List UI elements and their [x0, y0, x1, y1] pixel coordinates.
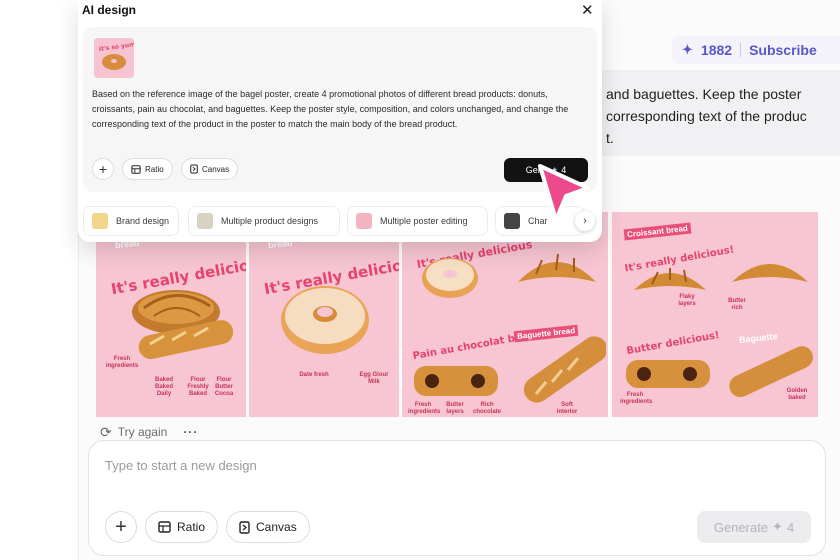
pain-au-chocolat-image: [414, 366, 498, 396]
chip-label: Multiple poster editing: [380, 216, 468, 226]
canvas-label: Canvas: [256, 520, 297, 534]
poster-badge: Croissant bread: [623, 222, 692, 241]
plus-icon: +: [98, 161, 108, 177]
caption: Butter rich: [728, 298, 746, 311]
generated-image-4[interactable]: Croissant bread It's really delicious! B…: [612, 212, 818, 417]
divider: [740, 43, 742, 57]
ratio-label: Ratio: [177, 520, 206, 534]
product-designs-icon: [197, 213, 213, 229]
ratio-icon: [131, 164, 141, 174]
bagel-image: it's so yum: [94, 38, 134, 78]
caption: Rich chocolate: [472, 402, 501, 415]
ratio-label: Ratio: [145, 164, 164, 174]
generate-button[interactable]: Generate ✦ 4: [697, 511, 811, 543]
caption: Soft interior: [556, 402, 578, 415]
ratio-button[interactable]: Ratio: [145, 511, 219, 543]
prompt-box[interactable]: it's so yum Based on the reference image…: [83, 27, 597, 192]
chip-label: Multiple product designs: [221, 216, 319, 226]
pain-au-chocolat-image: [626, 360, 710, 388]
croissant-image: [732, 264, 808, 282]
message-line: corresponding text of the produc: [606, 108, 807, 124]
generate-cost: 4: [786, 519, 795, 535]
chip-label: Brand design: [116, 216, 170, 226]
reference-image-thumbnail[interactable]: it's so yum: [94, 38, 134, 78]
add-attachment-button[interactable]: +: [92, 158, 114, 180]
canvas-icon: [190, 164, 198, 174]
generated-image-2[interactable]: bread It's really delicious! Date fresh …: [249, 212, 399, 417]
canvas-label: Canvas: [202, 164, 230, 174]
generated-images: bread It's really delicious! Fresh ingre…: [96, 212, 818, 417]
caption: Date fresh: [299, 372, 329, 378]
donut-image: [422, 258, 478, 298]
suggestion-chips: Brand design Multiple product designs Mu…: [78, 206, 602, 236]
chip-brand-design[interactable]: Brand design: [83, 206, 179, 236]
ai-design-dialog: AI design ✕ it's so yum Based on the ref…: [78, 0, 602, 242]
caption: Fresh ingredients: [620, 392, 653, 405]
ratio-icon: [158, 521, 171, 533]
canvas-icon: [239, 520, 250, 534]
prompt-input[interactable]: Type to start a new design: [105, 458, 257, 473]
chip-multiple-poster-editing[interactable]: Multiple poster editing: [347, 206, 488, 236]
plus-icon: +: [115, 515, 127, 538]
credits-count: 1882: [700, 42, 733, 58]
ratio-button[interactable]: Ratio: [122, 158, 173, 180]
credits-bar: ✦ 1882 Subscribe: [672, 36, 840, 64]
message-line: t.: [606, 130, 614, 146]
canvas-button[interactable]: Canvas: [226, 511, 310, 543]
more-options-icon[interactable]: ···: [183, 425, 198, 439]
caption: Butter layers: [446, 402, 464, 415]
message-line: and baguettes. Keep the poster: [606, 86, 802, 102]
caption: Fresh ingredients: [408, 402, 441, 415]
brand-design-icon: [92, 213, 108, 229]
caption: Flaky layers: [678, 294, 696, 307]
generated-image-1[interactable]: bread It's really delicious! Fresh ingre…: [96, 212, 246, 417]
prompt-composer: Type to start a new design + Ratio Canva…: [88, 440, 826, 556]
prompt-text[interactable]: Based on the reference image of the bage…: [92, 87, 588, 132]
chip-multiple-product-designs[interactable]: Multiple product designs: [188, 206, 340, 236]
poster-editing-icon: [356, 213, 372, 229]
close-icon[interactable]: ✕: [581, 1, 594, 19]
poster-headline: Butter delicious!: [625, 329, 721, 358]
user-message-bubble: and baguettes. Keep the poster correspon…: [586, 70, 840, 156]
croissant-image: [518, 253, 596, 282]
canvas-button[interactable]: Canvas: [181, 158, 239, 180]
croissant-image: [132, 290, 234, 360]
caption: Golden baked: [786, 388, 808, 401]
subscribe-button[interactable]: Subscribe: [749, 42, 817, 58]
sparkle-icon: ✦: [772, 519, 783, 534]
generated-image-3[interactable]: It's really delicious Pain au chocolat b…: [402, 212, 608, 417]
caption: Egg Glour Milk: [359, 372, 389, 385]
character-icon: [504, 213, 520, 229]
add-attachment-button[interactable]: +: [105, 511, 137, 543]
donut-image: [281, 286, 369, 354]
sparkle-icon: ✦: [682, 42, 693, 57]
caption: Fresh ingredients: [105, 356, 139, 369]
caption: Baked Baked Daily: [154, 377, 173, 397]
cursor-pointer-icon: [538, 164, 590, 222]
try-again-button[interactable]: Try again: [118, 425, 168, 439]
dialog-title: AI design: [82, 3, 137, 17]
generate-label: Generate: [713, 519, 769, 535]
refresh-icon[interactable]: ⟳: [100, 424, 112, 441]
caption: Flour Butter Cocoa: [214, 377, 234, 397]
retry-row: ⟳ Try again ···: [100, 424, 198, 440]
